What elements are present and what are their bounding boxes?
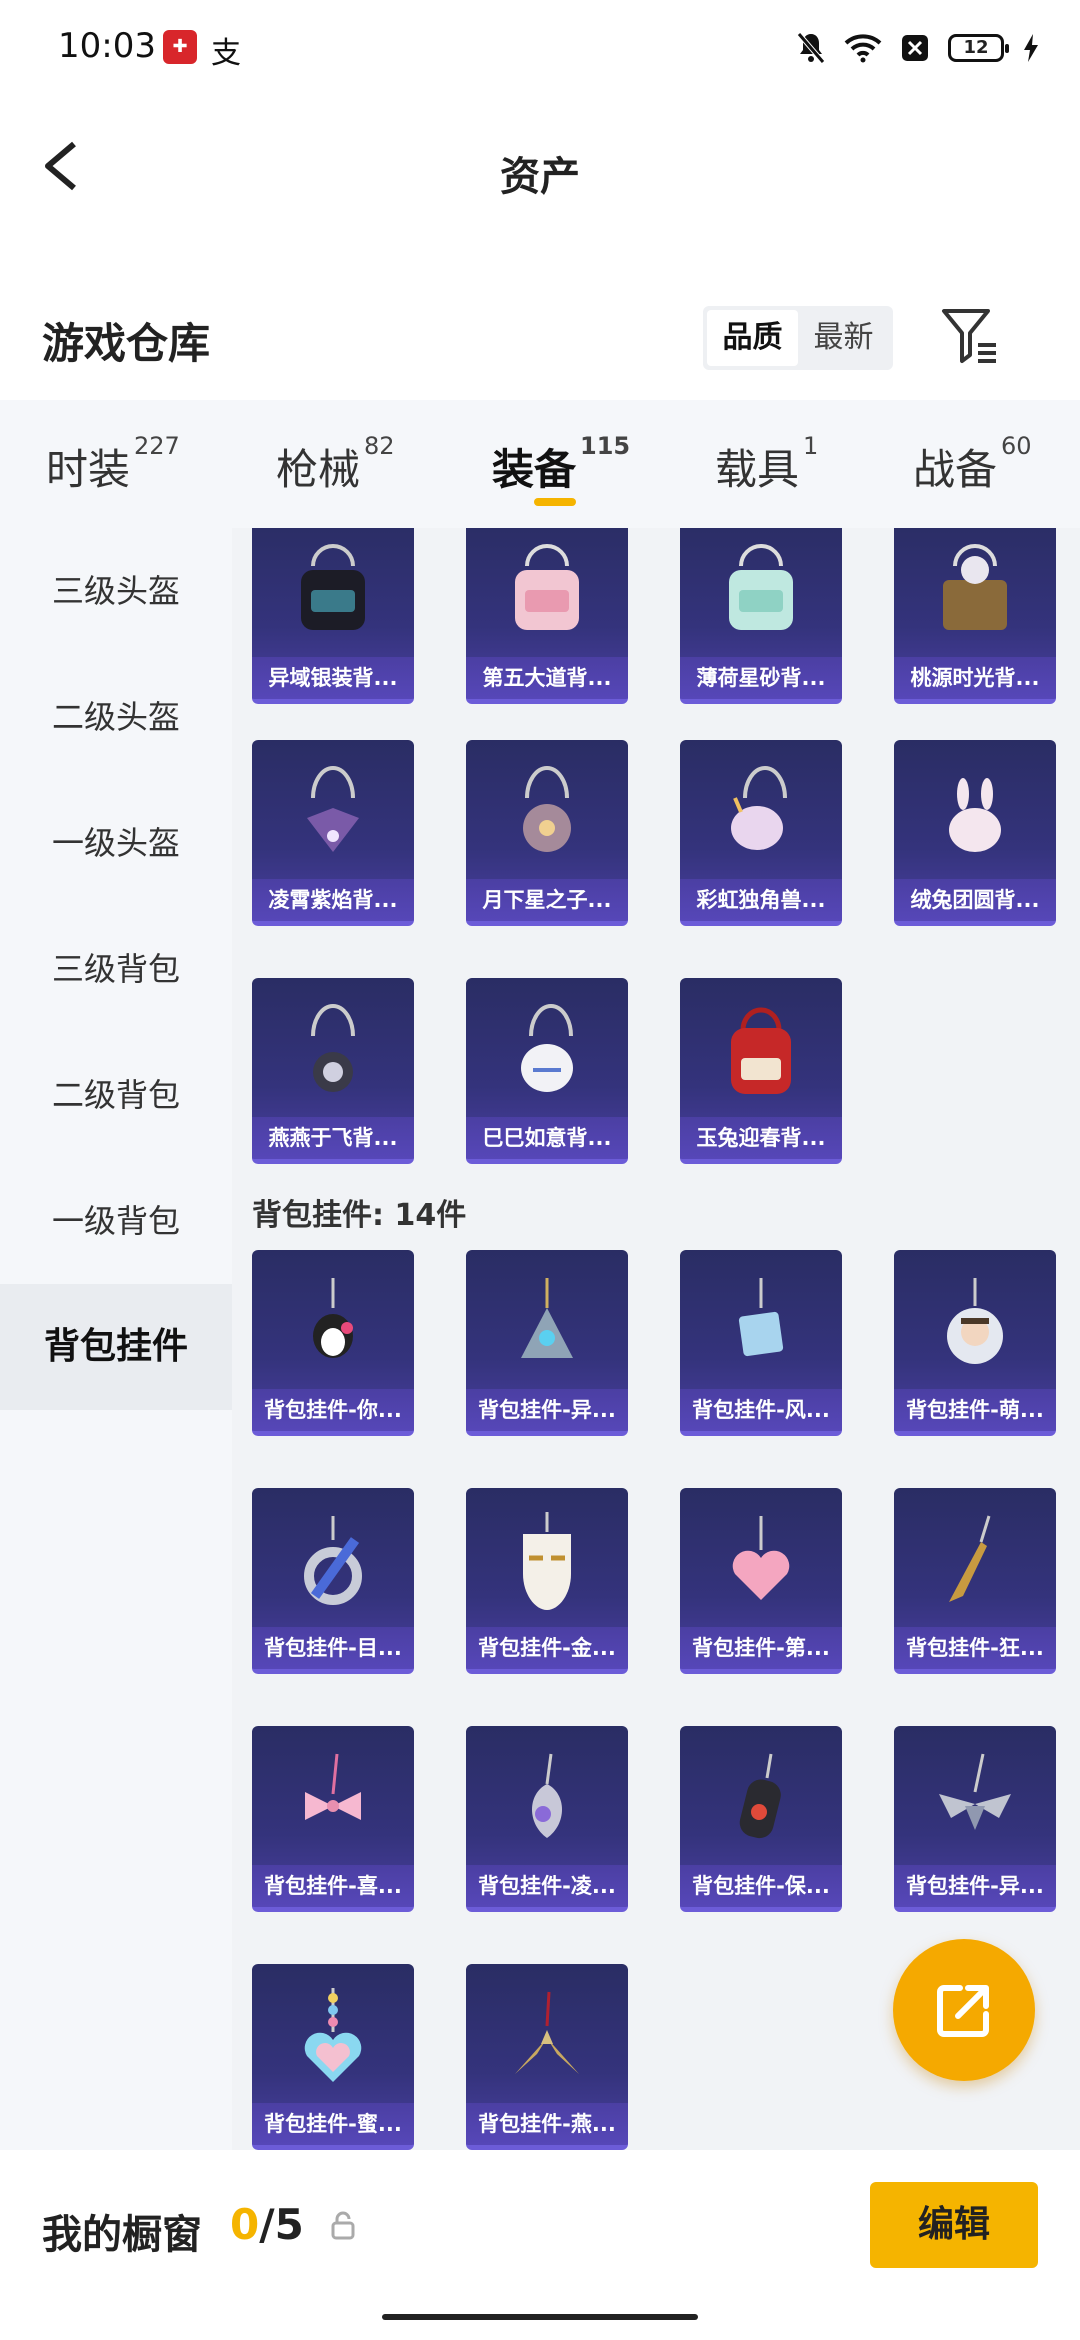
showcase-bar: 我的橱窗 0/5 编辑 bbox=[0, 2150, 1080, 2340]
item-card[interactable]: 异域银装背... bbox=[252, 528, 414, 704]
item-card[interactable]: 燕燕于飞背... bbox=[252, 978, 414, 1164]
category-tabs: 时装 227 枪械 82 装备 115 载具 1 战备 60 bbox=[0, 400, 1080, 528]
sidebar: 三级头盔 二级头盔 一级头盔 三级背包 二级背包 一级背包 背包挂件 bbox=[0, 528, 232, 2150]
status-time: 10:03 bbox=[58, 26, 156, 66]
item-card[interactable]: 背包挂件-凌... bbox=[466, 1726, 628, 1912]
tab-vehicles[interactable]: 载具 1 bbox=[715, 432, 818, 497]
backpack-icon bbox=[731, 1007, 791, 1094]
heart-pendant-icon bbox=[304, 1988, 362, 2082]
home-indicator[interactable] bbox=[382, 2314, 698, 2320]
item-card[interactable]: 背包挂件-金... bbox=[466, 1488, 628, 1674]
item-card[interactable]: 背包挂件-目... bbox=[252, 1488, 414, 1674]
sim-off-icon bbox=[902, 35, 928, 61]
warehouse-title: 游戏仓库 bbox=[42, 319, 211, 368]
pendant-icon bbox=[304, 1516, 362, 1605]
item-card[interactable]: 背包挂件-异... bbox=[894, 1726, 1056, 1912]
item-card[interactable]: 巳巳如意背... bbox=[466, 978, 628, 1164]
sidebar-item-backpack-2[interactable]: 二级背包 bbox=[0, 1032, 232, 1158]
backpack-icon bbox=[301, 544, 365, 630]
showcase-count: 0/5 bbox=[230, 2200, 304, 2249]
pendant-icon bbox=[949, 1515, 991, 1602]
share-button[interactable] bbox=[893, 1939, 1035, 2081]
item-card[interactable]: 背包挂件-风... bbox=[680, 1250, 842, 1436]
swallow-pendant-icon bbox=[515, 1991, 579, 2074]
item-card[interactable]: 背包挂件-保... bbox=[680, 1726, 842, 1912]
lock-icon bbox=[331, 2211, 355, 2240]
item-card[interactable]: 桃源时光背... bbox=[894, 528, 1056, 704]
item-card[interactable]: 绒兔团圆背... bbox=[894, 740, 1056, 926]
tab-firearms[interactable]: 枪械 82 bbox=[276, 432, 395, 497]
edit-button[interactable]: 编辑 bbox=[870, 2182, 1038, 2268]
tab-equipment[interactable]: 装备 115 bbox=[492, 432, 630, 497]
filter-icon[interactable] bbox=[940, 305, 1000, 367]
nav-bar: 资产 bbox=[0, 96, 1080, 246]
item-card[interactable]: 背包挂件-喜... bbox=[252, 1726, 414, 1912]
heart-pendant-icon bbox=[732, 1516, 790, 1600]
sidebar-item-backpack-1[interactable]: 一级背包 bbox=[0, 1158, 232, 1284]
pendant-icon bbox=[532, 1753, 562, 1838]
backpack-icon bbox=[311, 1004, 355, 1092]
pendant-icon bbox=[521, 1278, 573, 1358]
pendant-icon bbox=[947, 1278, 1003, 1364]
item-card[interactable]: 背包挂件-第... bbox=[680, 1488, 842, 1674]
pendant-icon bbox=[739, 1753, 781, 1839]
item-card[interactable]: 彩虹独角兽... bbox=[680, 740, 842, 926]
active-tab-indicator bbox=[534, 498, 576, 506]
bow-pendant-icon bbox=[305, 1753, 361, 1820]
tab-supplies[interactable]: 战备 60 bbox=[913, 432, 1032, 497]
backpack-icon bbox=[943, 544, 1007, 630]
charging-icon bbox=[1024, 34, 1038, 62]
item-card[interactable]: 薄荷星砂背... bbox=[680, 528, 842, 704]
page-title: 资产 bbox=[500, 154, 580, 200]
tab-fashion[interactable]: 时装 227 bbox=[46, 432, 180, 497]
showcase-label: 我的橱窗 bbox=[42, 2212, 202, 2258]
sidebar-item-helmet-2[interactable]: 二级头盔 bbox=[0, 654, 232, 780]
backpack-icon bbox=[515, 544, 579, 630]
sort-toggle: 品质 最新 bbox=[703, 306, 893, 370]
item-card[interactable]: 背包挂件-异... bbox=[466, 1250, 628, 1436]
backpack-icon bbox=[307, 766, 359, 852]
backpack-icon bbox=[949, 778, 1001, 852]
backpack-icon bbox=[731, 766, 787, 850]
item-card[interactable]: 月下星之子... bbox=[466, 740, 628, 926]
sort-option-newest[interactable]: 最新 bbox=[798, 310, 889, 366]
sidebar-item-helmet-1[interactable]: 一级头盔 bbox=[0, 780, 232, 906]
backpack-icon bbox=[523, 766, 571, 852]
item-card[interactable]: 背包挂件-狂... bbox=[894, 1488, 1056, 1674]
item-card[interactable]: 背包挂件-燕... bbox=[466, 1964, 628, 2150]
sidebar-item-pendant[interactable]: 背包挂件 bbox=[0, 1284, 232, 1410]
alipay-notification-icon: 支 bbox=[211, 36, 241, 71]
backpack-icon bbox=[521, 1004, 573, 1092]
item-card[interactable]: 背包挂件-你... bbox=[252, 1250, 414, 1436]
pendant-section-title: 背包挂件: 14件 bbox=[252, 1198, 467, 1233]
wifi-icon bbox=[844, 34, 882, 63]
wings-pendant-icon bbox=[939, 1753, 1011, 1830]
app-notification-icon: ✚ bbox=[163, 30, 197, 64]
sidebar-item-backpack-3[interactable]: 三级背包 bbox=[0, 906, 232, 1032]
item-grid: 异域银装背... 第五大道背... 薄荷星砂背... 桃源时光背... 凌霄紫焰… bbox=[232, 528, 1080, 2150]
penguin-pendant-icon bbox=[313, 1278, 353, 1358]
status-bar: 10:03 ✚ 支 12 bbox=[0, 0, 1080, 96]
mute-icon bbox=[797, 32, 825, 64]
item-card[interactable]: 玉兔迎春背... bbox=[680, 978, 842, 1164]
sort-option-quality[interactable]: 品质 bbox=[707, 310, 798, 366]
item-card[interactable]: 第五大道背... bbox=[466, 528, 628, 704]
mask-pendant-icon bbox=[523, 1512, 571, 1610]
item-card[interactable]: 凌霄紫焰背... bbox=[252, 740, 414, 926]
battery-icon: 12 bbox=[948, 34, 1009, 62]
share-icon bbox=[937, 1985, 989, 2037]
item-card[interactable]: 背包挂件-蜜... bbox=[252, 1964, 414, 2150]
sidebar-item-helmet-3[interactable]: 三级头盔 bbox=[0, 528, 232, 654]
pendant-icon bbox=[738, 1278, 784, 1357]
item-card[interactable]: 背包挂件-萌... bbox=[894, 1250, 1056, 1436]
backpack-icon bbox=[729, 544, 793, 630]
